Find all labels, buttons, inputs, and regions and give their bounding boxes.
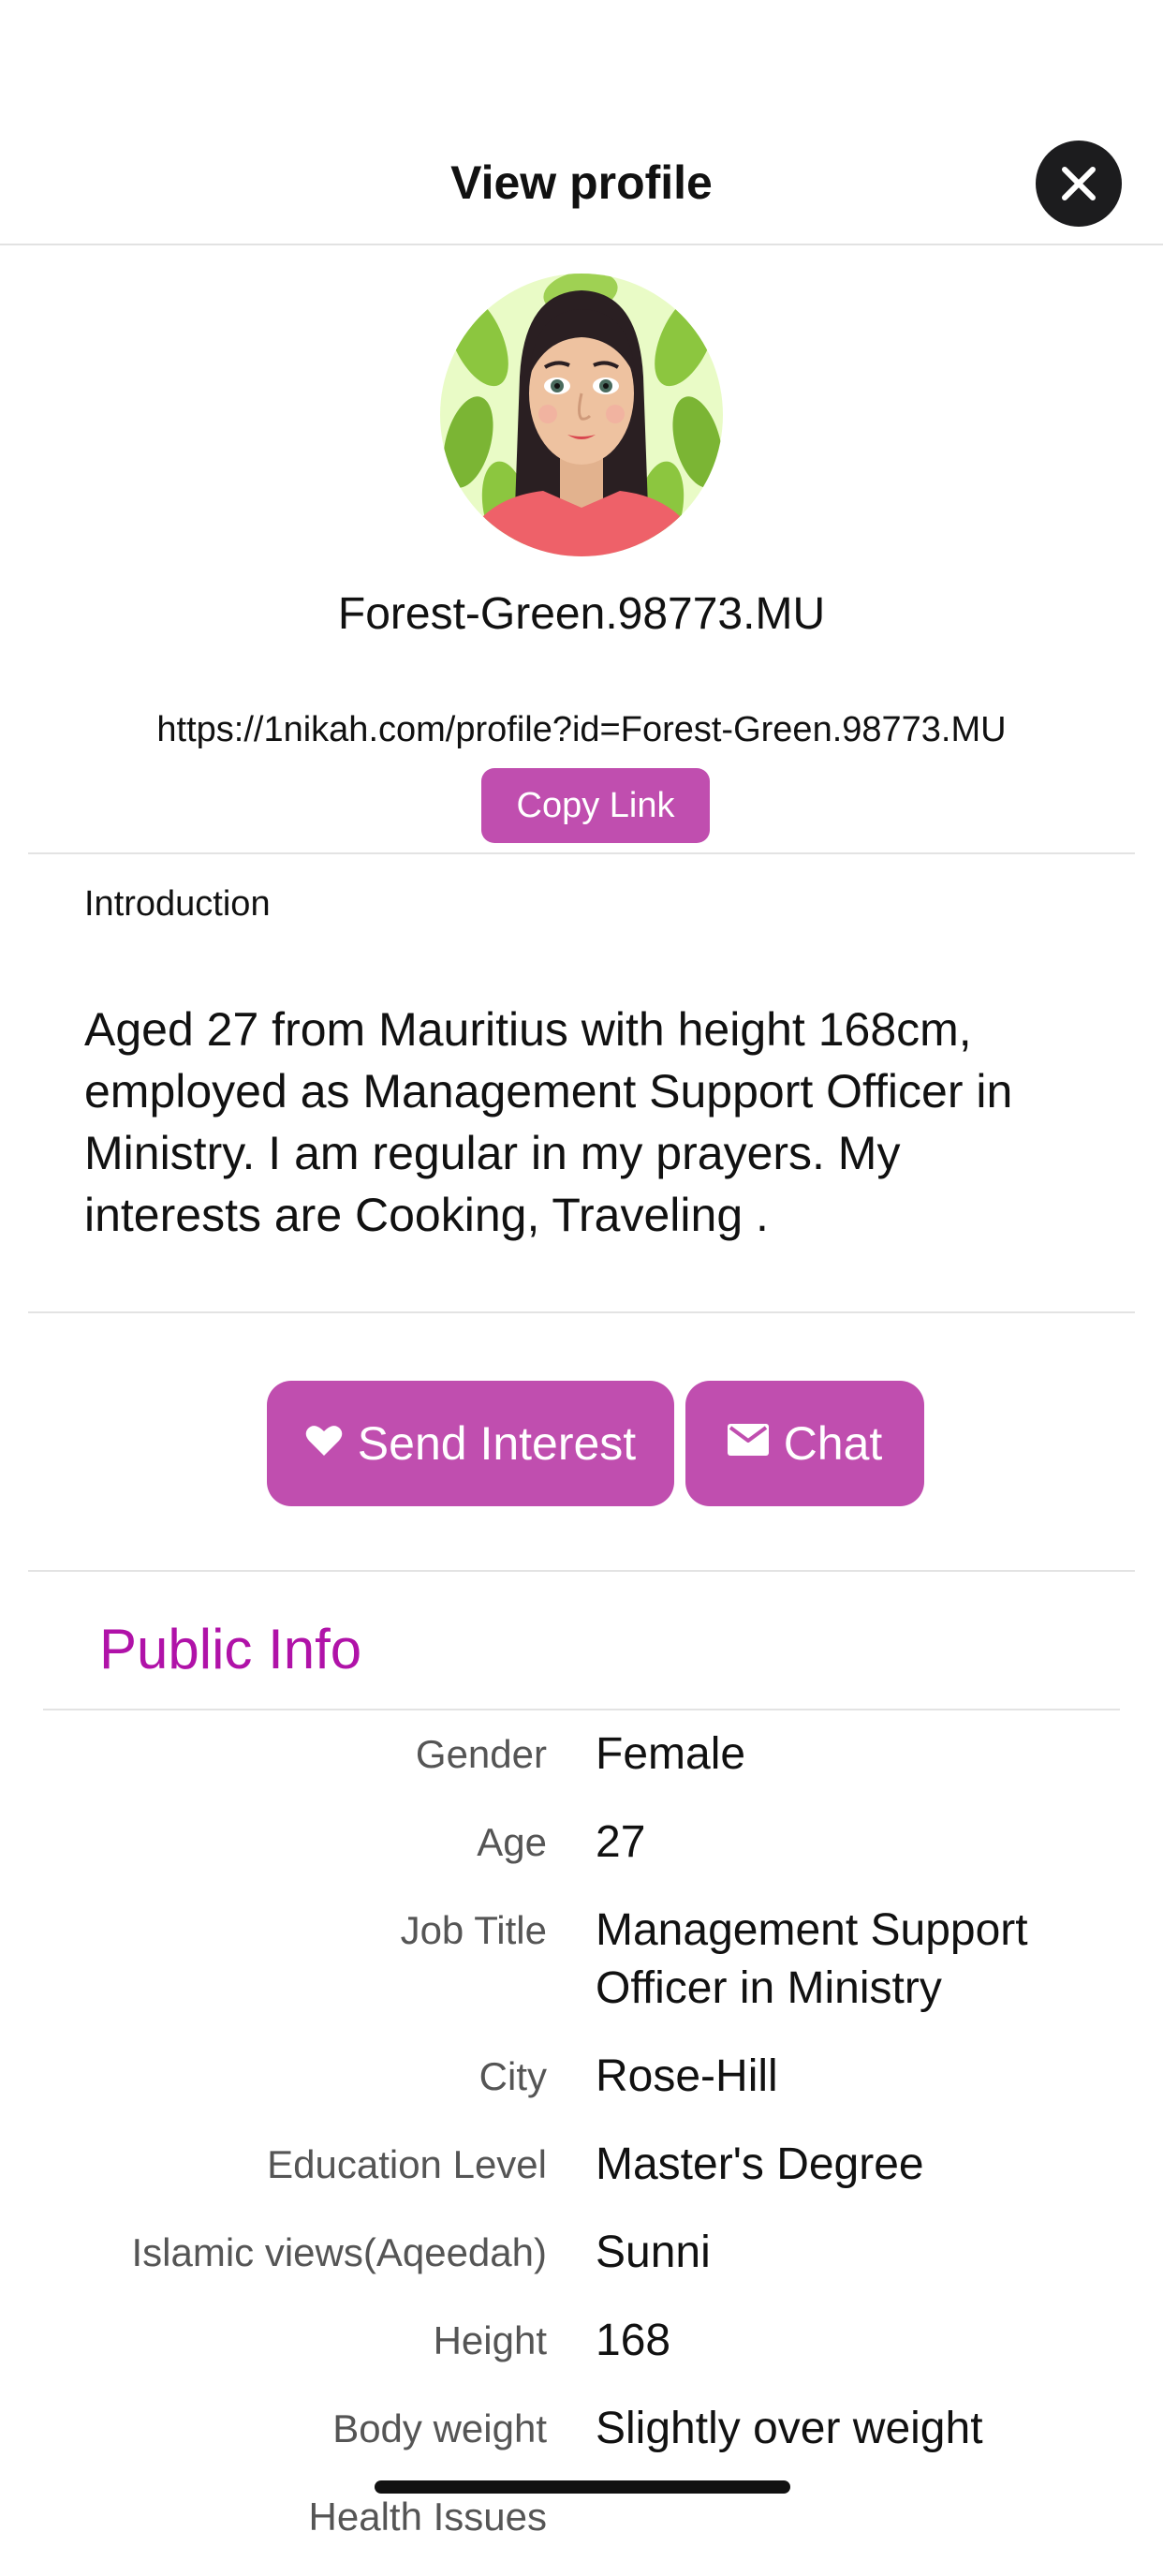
info-value: Management Support Officer in Ministry [596,1905,1028,2013]
info-label: Height [433,2318,547,2362]
info-value: Female [596,1729,746,1779]
info-value: 27 [596,1817,646,1867]
info-label: Job Title [400,1908,547,1952]
copy-link-button[interactable]: Copy Link [481,768,710,843]
divider [28,1570,1135,1572]
home-indicator[interactable] [375,2480,790,2494]
info-label: Health Issues [308,2495,547,2539]
info-value: Master's Degree [596,2139,924,2189]
introduction-text: Aged 27 from Mauritius with height 168cm… [84,1003,1013,1241]
profile-url: https://1nikah.com/profile?id=Forest-Gre… [156,710,1007,749]
info-label: City [478,2054,547,2098]
chat-label: Chat [783,1417,883,1470]
info-row-islamic-views: Islamic views(Aqeedah) Sunni [0,2224,1163,2282]
introduction-label: Introduction [84,884,271,924]
info-label: Body weight [332,2406,547,2450]
send-interest-label: Send Interest [357,1417,637,1470]
info-row-job-title: Job Title Management Support Officer in … [0,1902,1163,2018]
header-bar: View profile [0,0,1163,245]
info-label: Gender [415,1732,547,1776]
info-value: 168 [596,2316,671,2365]
public-info-table: Gender Female Age 27 Job Title Managemen… [0,1725,1163,2576]
close-button[interactable] [1036,141,1122,227]
send-interest-button[interactable]: Send Interest [267,1381,674,1506]
profile-username: Forest-Green.98773.MU [337,589,826,639]
public-info-title: Public Info [99,1618,362,1680]
avatar [440,274,723,556]
info-value: Slightly over weight [596,2404,983,2453]
mail-icon [727,1424,769,1456]
divider [28,852,1135,854]
heart-icon [305,1423,343,1457]
info-row-gender: Gender Female [0,1725,1163,1784]
info-row-age: Age 27 [0,1814,1163,1872]
info-label: Education Level [267,2142,547,2186]
info-row-height: Height 168 [0,2312,1163,2370]
info-row-education-level: Education Level Master's Degree [0,2136,1163,2194]
info-value: Sunni [596,2228,711,2277]
info-label: Age [477,1820,547,1864]
info-row-city: City Rose-Hill [0,2048,1163,2106]
chat-button[interactable]: Chat [685,1381,924,1506]
page-title: View profile [450,156,713,209]
info-row-health-issues: Health Issues [0,2488,1163,2546]
info-value [596,2488,1120,2546]
info-value: Rose-Hill [596,2051,778,2101]
divider [28,1311,1135,1313]
divider [43,1709,1120,1710]
close-icon [1062,167,1096,200]
info-row-body-weight: Body weight Slightly over weight [0,2400,1163,2458]
info-label: Islamic views(Aqeedah) [131,2230,547,2274]
